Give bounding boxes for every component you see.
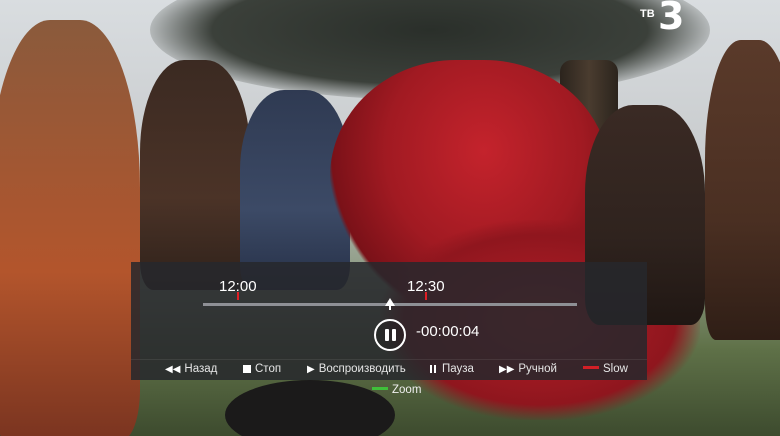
menu-item-label: Стоп	[255, 363, 282, 375]
figure-edge-right	[705, 40, 780, 340]
menu-item-zoom[interactable]: Zoom	[372, 384, 421, 396]
time-offset: -00:00:04	[416, 323, 480, 340]
channel-logo: ТВ 3	[636, 0, 698, 38]
figure-left	[0, 20, 140, 436]
rewind-icon: ◀◀	[165, 364, 181, 375]
red-key-icon	[583, 366, 599, 369]
pause-icon	[385, 329, 389, 341]
fast-forward-icon: ▶▶	[499, 364, 515, 375]
control-menu: ◀◀ Назад Стоп ▶ Воспроизводить Пауза ▶▶ Руч…	[131, 362, 647, 380]
menu-item-manual[interactable]: ▶▶ Ручной	[499, 363, 557, 375]
menu-item-label: Воспроизводить	[318, 363, 406, 375]
pause-icon	[430, 364, 438, 376]
play-icon: ▶	[307, 364, 315, 375]
position-marker-icon[interactable]	[385, 298, 395, 310]
menu-item-label: Пауза	[442, 363, 474, 375]
menu-item-pause[interactable]: Пауза	[430, 363, 474, 376]
playback-overlay: 12:00 12:30 -00:00:04 ◀◀ Назад Стоп ▶ Восп…	[131, 262, 647, 380]
logo-number: 3	[658, 0, 685, 38]
pause-button[interactable]	[374, 319, 406, 351]
menu-item-stop[interactable]: Стоп	[243, 363, 281, 375]
menu-item-label: Slow	[603, 363, 628, 375]
menu-item-play[interactable]: ▶ Воспроизводить	[307, 363, 406, 375]
menu-item-label: Ручной	[518, 363, 557, 375]
logo-prefix: ТВ	[640, 8, 655, 20]
green-key-icon	[372, 387, 388, 390]
menu-item-slow[interactable]: Slow	[583, 363, 628, 375]
pause-icon	[392, 329, 396, 341]
menu-item-label: Назад	[184, 363, 218, 375]
menu-item-label: Zoom	[392, 384, 422, 396]
divider	[131, 359, 647, 360]
time-tick	[425, 292, 427, 300]
time-tick	[237, 292, 239, 300]
menu-item-back[interactable]: ◀◀ Назад	[165, 363, 217, 375]
figure-on-ground	[225, 380, 395, 436]
figure-villager	[140, 60, 250, 290]
stop-icon	[243, 365, 251, 373]
